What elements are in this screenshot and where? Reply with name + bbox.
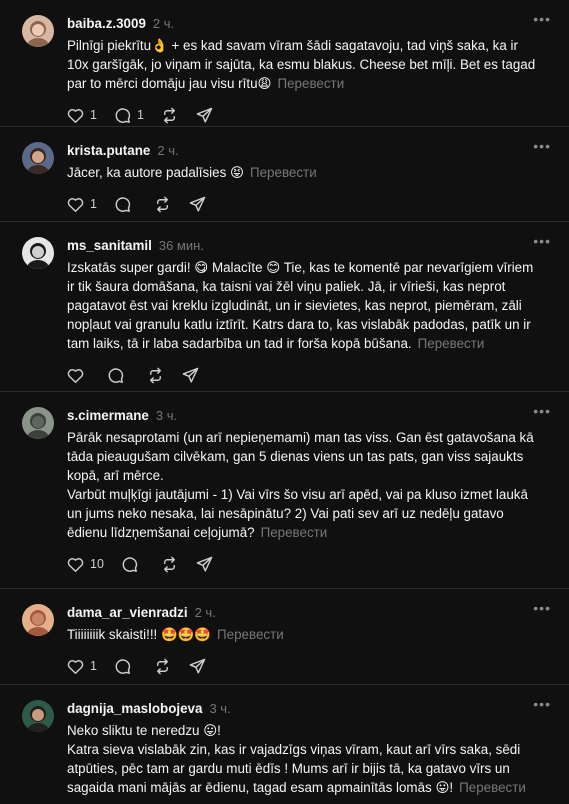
username[interactable]: s.cimermane bbox=[67, 406, 149, 425]
heart-icon bbox=[67, 108, 84, 123]
send-icon bbox=[196, 556, 213, 572]
translate-link[interactable]: Перевести bbox=[418, 336, 485, 351]
action-bar: 1 bbox=[66, 655, 551, 677]
repost-icon bbox=[156, 658, 168, 674]
timestamp: 36 мин. bbox=[158, 238, 204, 253]
avatar[interactable] bbox=[22, 237, 54, 269]
action-bar: 1 bbox=[66, 193, 551, 215]
like-count: 1 bbox=[90, 658, 97, 673]
comment-text: Jācer, ka autore padalīsies 😝 Перевести bbox=[67, 163, 551, 182]
comment-item: krista.putane 2 ч. ••• Jācer, ka autore … bbox=[0, 127, 569, 222]
username[interactable]: baiba.z.3009 bbox=[67, 14, 146, 33]
comment-bubble-icon bbox=[115, 107, 131, 123]
like-button[interactable]: 1 bbox=[66, 657, 97, 676]
like-button[interactable] bbox=[66, 366, 90, 385]
action-bar bbox=[66, 364, 551, 386]
heart-icon bbox=[67, 197, 84, 212]
share-button[interactable] bbox=[195, 555, 214, 574]
share-button[interactable] bbox=[181, 366, 200, 385]
repost-icon bbox=[150, 367, 161, 383]
heart-icon bbox=[67, 557, 84, 572]
more-options-icon[interactable]: ••• bbox=[533, 139, 551, 153]
share-button[interactable] bbox=[195, 106, 214, 125]
more-options-icon[interactable]: ••• bbox=[533, 697, 551, 711]
timestamp: 2 ч. bbox=[152, 16, 175, 31]
repost-icon bbox=[163, 107, 175, 123]
avatar[interactable] bbox=[22, 700, 54, 732]
comment-line: Tiiiiiiiik skaisti!!! 🤩🤩🤩 bbox=[67, 627, 212, 642]
like-button[interactable]: 1 bbox=[66, 106, 97, 125]
like-count: 1 bbox=[90, 107, 97, 122]
timestamp: 3 ч. bbox=[155, 408, 178, 423]
like-count: 10 bbox=[90, 556, 104, 571]
send-icon bbox=[196, 107, 213, 123]
timestamp: 2 ч. bbox=[157, 143, 179, 158]
repost-button[interactable] bbox=[153, 195, 172, 214]
avatar[interactable] bbox=[22, 15, 54, 47]
send-icon bbox=[182, 367, 199, 383]
comment-item: dama_ar_vienradzi 2 ч. ••• Tiiiiiiiik sk… bbox=[0, 589, 569, 685]
comment-item: s.cimermane 3 ч. ••• Pārāk nesaprotami (… bbox=[0, 392, 569, 589]
avatar[interactable] bbox=[22, 604, 54, 636]
like-button[interactable]: 1 bbox=[66, 195, 97, 214]
comment-bubble-icon bbox=[122, 556, 138, 572]
reply-button[interactable] bbox=[113, 195, 137, 214]
comment-line: Jācer, ka autore padalīsies 😝 bbox=[67, 165, 244, 180]
comment-text: Pilnīgi piekrītu👌 + es kad savam vīram š… bbox=[67, 36, 551, 93]
translate-link[interactable]: Перевести bbox=[217, 627, 284, 642]
share-button[interactable] bbox=[188, 195, 207, 214]
repost-button[interactable] bbox=[160, 106, 179, 125]
comment-text: Neko sliktu te neredzu 😛! Katra sieva vi… bbox=[67, 721, 551, 797]
repost-icon bbox=[156, 196, 168, 212]
more-options-icon[interactable]: ••• bbox=[533, 601, 551, 615]
comment-text: Izskatās super gardi! 😋 Malacīte 😊 Tie, … bbox=[67, 258, 551, 353]
share-button[interactable] bbox=[188, 657, 207, 676]
more-options-icon[interactable]: ••• bbox=[533, 12, 551, 26]
repost-button[interactable] bbox=[160, 555, 179, 574]
comment-line: Pārāk nesaprotami (un arī nepieņemami) m… bbox=[67, 430, 534, 483]
more-options-icon[interactable]: ••• bbox=[533, 234, 551, 248]
heart-icon bbox=[67, 368, 84, 383]
comment-item: ms_sanitamil 36 мин. ••• Izskatās super … bbox=[0, 222, 569, 392]
comment-line: Katra sieva vislabāk zin, kas ir vajadzī… bbox=[67, 742, 521, 795]
comment-text: Pārāk nesaprotami (un arī nepieņemami) m… bbox=[67, 428, 551, 542]
repost-button[interactable] bbox=[146, 366, 165, 385]
comment-item: dagnija_maslobojeva 3 ч. ••• Neko sliktu… bbox=[0, 685, 569, 804]
translate-link[interactable]: Перевести bbox=[459, 780, 526, 795]
comment-bubble-icon bbox=[108, 367, 124, 383]
translate-link[interactable]: Перевести bbox=[261, 525, 328, 540]
comment-item: baiba.z.3009 2 ч. ••• Pilnīgi piekrītu👌 … bbox=[0, 0, 569, 127]
heart-icon bbox=[67, 659, 84, 674]
timestamp: 3 ч. bbox=[209, 701, 231, 716]
comment-bubble-icon bbox=[115, 658, 131, 674]
comment-line: Neko sliktu te neredzu 😛! bbox=[67, 723, 221, 738]
repost-button[interactable] bbox=[153, 657, 172, 676]
like-button[interactable]: 10 bbox=[66, 555, 104, 574]
reply-button[interactable] bbox=[106, 366, 130, 385]
username[interactable]: dagnija_maslobojeva bbox=[67, 699, 202, 718]
reply-button[interactable] bbox=[120, 555, 144, 574]
action-bar: 10 bbox=[66, 553, 551, 575]
more-options-icon[interactable]: ••• bbox=[533, 404, 551, 418]
comment-feed: baiba.z.3009 2 ч. ••• Pilnīgi piekrītu👌 … bbox=[0, 0, 569, 804]
username[interactable]: krista.putane bbox=[67, 141, 150, 160]
action-bar: 1 1 bbox=[66, 104, 551, 126]
username[interactable]: dama_ar_vienradzi bbox=[67, 603, 188, 622]
avatar[interactable] bbox=[22, 407, 54, 439]
translate-link[interactable]: Перевести bbox=[277, 76, 344, 91]
reply-count: 1 bbox=[136, 107, 144, 122]
comment-text: Tiiiiiiiik skaisti!!! 🤩🤩🤩 Перевести bbox=[67, 625, 551, 644]
timestamp: 2 ч. bbox=[194, 605, 216, 620]
translate-link[interactable]: Перевести bbox=[250, 165, 317, 180]
comment-bubble-icon bbox=[115, 196, 131, 212]
send-icon bbox=[189, 196, 206, 212]
reply-button[interactable]: 1 bbox=[113, 106, 144, 125]
repost-icon bbox=[163, 556, 175, 572]
send-icon bbox=[189, 658, 206, 674]
username[interactable]: ms_sanitamil bbox=[67, 236, 152, 255]
like-count: 1 bbox=[90, 196, 97, 211]
avatar[interactable] bbox=[22, 142, 54, 174]
reply-button[interactable] bbox=[113, 657, 137, 676]
